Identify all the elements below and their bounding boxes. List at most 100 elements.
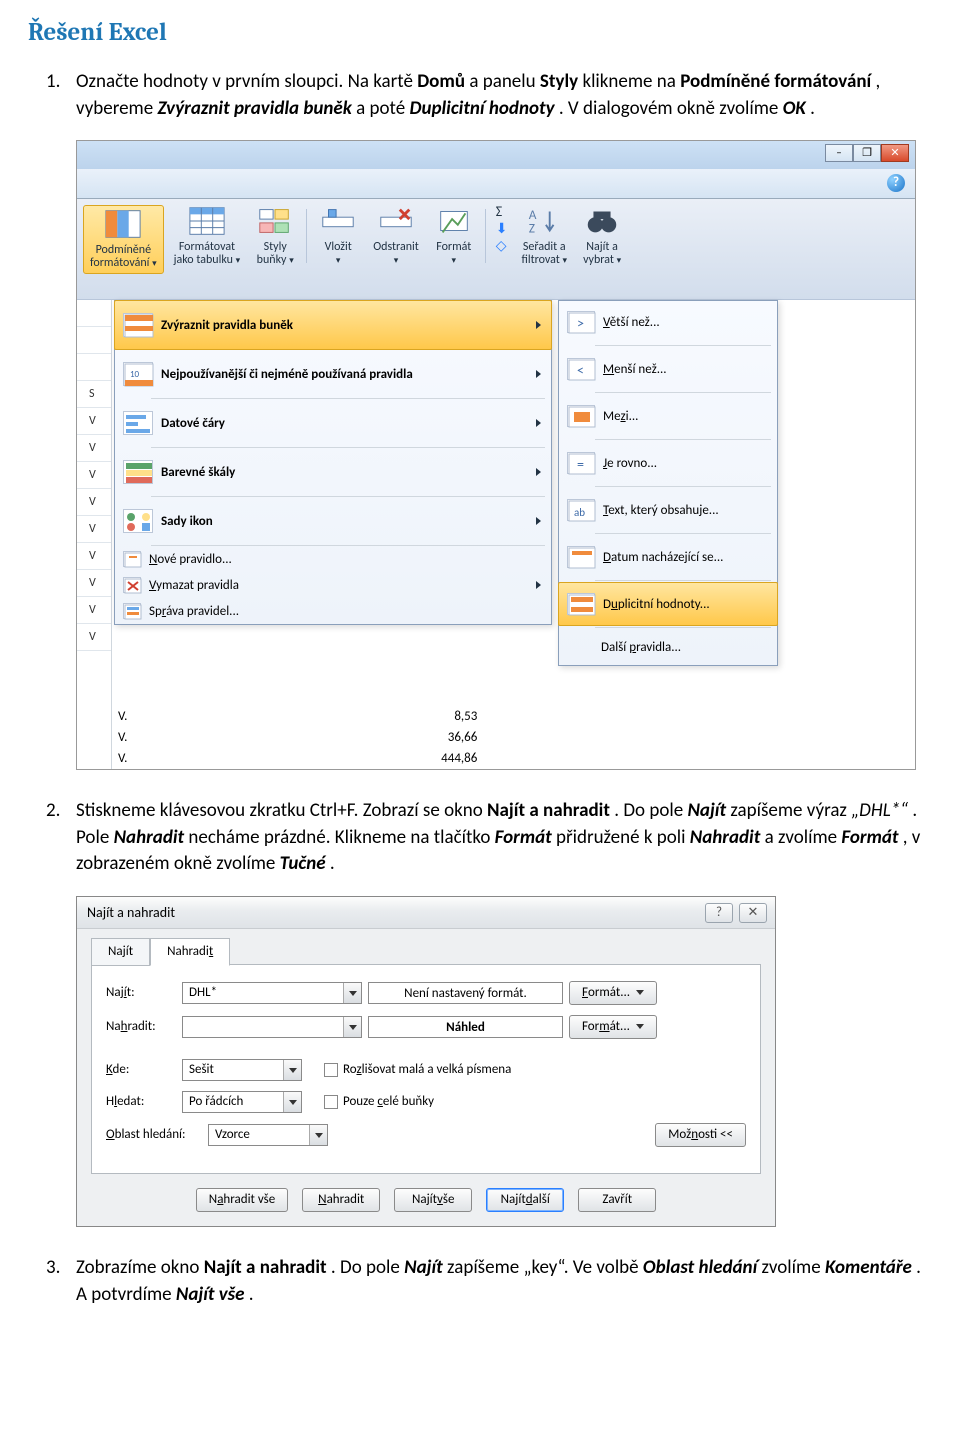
- submenu-date[interactable]: Datum nacházející se...: [559, 536, 777, 578]
- find-next-button[interactable]: Najít další: [486, 1188, 564, 1212]
- window-titlebar: – ❐ ✕: [77, 141, 915, 169]
- dialog-help-button[interactable]: ?: [705, 903, 733, 923]
- whole-cells-checkbox[interactable]: [324, 1095, 338, 1109]
- styles-icon: [256, 205, 294, 237]
- t: Najít: [404, 1256, 443, 1279]
- find-value: DHL*: [189, 985, 217, 1000]
- t: „DHL*“: [851, 799, 908, 822]
- step-3: 3. Zobrazíme okno Najít a nahradit . Do …: [76, 1255, 932, 1308]
- svg-text:<: <: [577, 362, 584, 379]
- tab-replace[interactable]: Nahradit: [150, 938, 230, 966]
- submenu-between[interactable]: Mezi...: [559, 395, 777, 437]
- fill-icon[interactable]: ⬇: [496, 222, 508, 236]
- help-icon[interactable]: ?: [887, 174, 905, 192]
- match-case-checkbox[interactable]: [324, 1063, 338, 1077]
- duplicate-icon: [567, 593, 595, 615]
- t: Nejpoužívanější či nejméně používaná pra…: [161, 367, 413, 382]
- submenu-equal[interactable]: = Je rovno...: [559, 442, 777, 484]
- window-close-button[interactable]: ✕: [881, 144, 909, 162]
- find-input[interactable]: DHL*: [182, 982, 362, 1004]
- t: Seřadit a: [523, 240, 566, 254]
- where-select[interactable]: Sešit: [182, 1059, 302, 1081]
- menu-clear-rules[interactable]: Vymazat pravidla: [115, 572, 551, 598]
- find-all-button[interactable]: Najít vše: [394, 1188, 472, 1212]
- t: Formát: [495, 826, 552, 849]
- ribbon-find-select[interactable]: Najít avybrat ▾: [577, 205, 627, 267]
- t: Další pravidla...: [601, 640, 681, 655]
- t: Tučné: [280, 852, 326, 875]
- t: .: [810, 97, 815, 120]
- t: Vložit: [325, 240, 352, 254]
- ribbon-format-as-table[interactable]: Formátovatjako tabulku ▾: [168, 205, 247, 267]
- t: zvolíme: [762, 1256, 825, 1279]
- menu-color-scales[interactable]: Barevné škály: [115, 448, 551, 496]
- excel-ribbon-screenshot: – ❐ ✕ ? Podmíněnéformátování ▾ Formátova…: [76, 140, 916, 770]
- replace-button[interactable]: Nahradit: [302, 1188, 380, 1212]
- t: Barevné škály: [161, 465, 235, 480]
- format-icon: [435, 205, 473, 237]
- page-title: Řešení Excel: [28, 18, 932, 47]
- submenu-duplicate-values[interactable]: Duplicitní hodnoty...: [558, 582, 778, 626]
- options-button[interactable]: Možnosti <<: [655, 1123, 746, 1147]
- svg-text:10: 10: [130, 369, 140, 380]
- window-min-button[interactable]: –: [825, 144, 853, 162]
- t: Větší než...: [603, 315, 660, 330]
- menu-new-rule[interactable]: Nové pravidlo...: [115, 546, 551, 572]
- find-format-button[interactable]: Formát...: [569, 981, 657, 1005]
- t: Je rovno...: [603, 456, 657, 471]
- t: Datum nacházející se...: [603, 550, 723, 565]
- new-rule-icon: [123, 551, 141, 567]
- t: .: [249, 1283, 254, 1306]
- submenu-more-rules[interactable]: Další pravidla...: [559, 630, 777, 665]
- t: OK: [783, 97, 806, 120]
- dropdown-icon[interactable]: [343, 983, 361, 1003]
- t: Podmíněné formátování: [680, 70, 875, 93]
- t: Menší než...: [603, 362, 667, 377]
- close-button[interactable]: Zavřít: [578, 1188, 656, 1212]
- submenu-less-than[interactable]: < Menší než...: [559, 348, 777, 390]
- submenu-text-contains[interactable]: ab Text, který obsahuje...: [559, 489, 777, 531]
- ribbon-delete[interactable]: Odstranit▾: [367, 205, 425, 267]
- t: Styly: [264, 240, 287, 254]
- clear-icon[interactable]: ◇: [496, 239, 508, 253]
- ribbon-sort-filter[interactable]: AZ Seřadit afiltrovat ▾: [516, 205, 574, 267]
- svg-text:=: =: [577, 456, 584, 473]
- dialog-titlebar: Najít a nahradit ? ✕: [77, 897, 775, 929]
- dropdown-icon[interactable]: [343, 1017, 361, 1037]
- t: jako tabulku: [174, 253, 233, 267]
- ribbon-conditional-formatting[interactable]: Podmíněnéformátování ▾: [83, 205, 164, 273]
- sheet-area: SVVVVVVVVV Zvýraznit pravidla buněk 10 N: [77, 299, 915, 769]
- ribbon-format[interactable]: Formát▾: [429, 205, 479, 267]
- dialog-close-button[interactable]: ✕: [739, 903, 767, 923]
- t: zapíšeme výraz: [730, 799, 851, 822]
- t: Najít a nahradit: [487, 799, 610, 822]
- menu-top-bottom-rules[interactable]: 10 Nejpoužívanější či nejméně používaná …: [115, 350, 551, 398]
- replace-format-preview: Náhled: [368, 1016, 563, 1038]
- chevron-right-icon: [536, 468, 541, 476]
- top-bottom-icon: 10: [123, 362, 153, 386]
- t: vybrat: [583, 253, 614, 267]
- ribbon-cell-styles[interactable]: Stylybuňky ▾: [250, 205, 300, 267]
- replace-format-button[interactable]: Formát...: [569, 1015, 657, 1039]
- replace-all-button[interactable]: Nahradit vše: [196, 1188, 288, 1212]
- t: Formát: [841, 826, 898, 849]
- menu-data-bars[interactable]: Datové čáry: [115, 399, 551, 447]
- ribbon-insert[interactable]: Vložit▾: [313, 205, 363, 267]
- t: Nové pravidlo...: [149, 552, 232, 567]
- menu-icon-sets[interactable]: Sady ikon: [115, 497, 551, 545]
- lookin-select[interactable]: Vzorce: [208, 1124, 328, 1146]
- dialog-action-row: Nahradit vše Nahradit Najít vše Najít da…: [91, 1174, 761, 1212]
- tab-find[interactable]: Najít: [91, 938, 150, 966]
- submenu-greater-than[interactable]: > Větší než...: [559, 301, 777, 343]
- label-where: Kde:: [106, 1062, 176, 1077]
- autosum-icon[interactable]: Σ: [496, 205, 508, 219]
- t: Duplicitní hodnoty: [409, 97, 554, 120]
- t: .: [330, 852, 335, 875]
- t: Najít vše: [176, 1283, 245, 1306]
- replace-input[interactable]: [182, 1016, 362, 1038]
- search-select[interactable]: Po řádcích: [182, 1091, 302, 1113]
- window-restore-button[interactable]: ❐: [853, 144, 881, 162]
- menu-manage-rules[interactable]: Správa pravidel...: [115, 598, 551, 624]
- step-2-num: 2.: [46, 798, 60, 825]
- menu-highlight-rules[interactable]: Zvýraznit pravidla buněk: [114, 300, 552, 350]
